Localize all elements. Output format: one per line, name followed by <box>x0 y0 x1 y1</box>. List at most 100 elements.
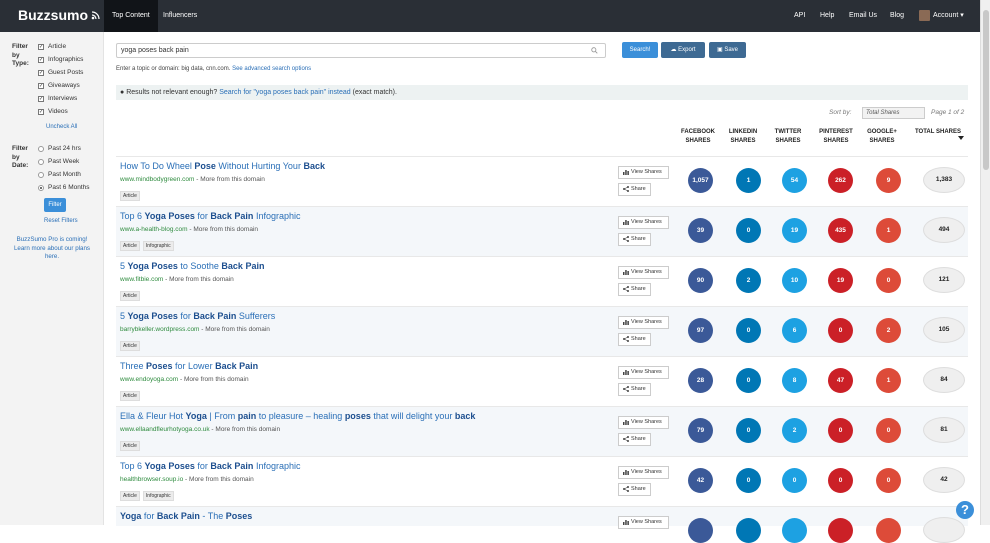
filter-button[interactable]: Filter <box>44 198 66 212</box>
more-from-domain-link[interactable]: - More from this domain <box>163 276 234 283</box>
view-shares-button[interactable]: View Shares <box>618 466 669 479</box>
reset-filters-link[interactable]: Reset Filters <box>44 218 78 224</box>
col-facebook[interactable]: FACEBOOK SHARES <box>676 128 720 146</box>
view-shares-button[interactable]: View Shares <box>618 216 669 229</box>
twitter-share-count[interactable]: 54 <box>782 168 807 193</box>
exact-match-link[interactable]: Search for "yoga poses back pain" instea… <box>219 89 350 96</box>
twitter-share-count[interactable]: 6 <box>782 318 807 343</box>
domain-link[interactable]: www.a-health-blog.com <box>120 226 188 233</box>
checkbox-interviews[interactable]: ✓ <box>38 95 44 102</box>
scrollbar-thumb[interactable] <box>983 10 989 170</box>
share-button[interactable]: Share <box>618 333 651 346</box>
date-option-month[interactable]: Past Month <box>38 171 81 178</box>
search-input[interactable]: yoga poses back pain <box>116 43 606 58</box>
date-option-24h[interactable]: Past 24 hrs <box>38 145 81 152</box>
pro-promo-link[interactable]: BuzzSumo Pro is coming! Learn more about… <box>8 236 96 262</box>
domain-link[interactable]: healthbrowser.soup.io <box>120 476 183 483</box>
help-icon[interactable]: ? <box>956 501 974 519</box>
domain-link[interactable]: barrybkeller.wordpress.com <box>120 326 199 333</box>
view-shares-button[interactable]: View Shares <box>618 316 669 329</box>
facebook-share-count[interactable]: 90 <box>688 268 713 293</box>
nav-blog[interactable]: Blog <box>890 0 904 32</box>
nav-email-us[interactable]: Email Us <box>849 0 877 32</box>
col-pinterest[interactable]: PINTEREST SHARES <box>816 128 856 146</box>
result-title-link[interactable]: Three Poses for Lower Back Pain <box>120 361 258 371</box>
facebook-share-count[interactable]: 1,057 <box>688 168 713 193</box>
sort-select[interactable]: Total Shares <box>862 107 925 119</box>
twitter-share-count[interactable]: 8 <box>782 368 807 393</box>
facebook-share-count[interactable]: 42 <box>688 468 713 493</box>
advanced-search-link[interactable]: See advanced search options <box>232 66 311 72</box>
filter-option-article[interactable]: ✓ Article <box>38 43 66 50</box>
checkbox-guest-posts[interactable]: ✓ <box>38 69 44 76</box>
result-title-link[interactable]: Top 6 Yoga Poses for Back Pain Infograph… <box>120 461 300 471</box>
result-title-link[interactable]: How To Do Wheel Pose Without Hurting You… <box>120 161 325 171</box>
view-shares-button[interactable]: View Shares <box>618 416 669 429</box>
twitter-share-count[interactable]: 2 <box>782 418 807 443</box>
uncheck-all-link[interactable]: Uncheck All <box>46 124 77 130</box>
nav-help[interactable]: Help <box>820 0 834 32</box>
more-from-domain-link[interactable]: - More from this domain <box>199 326 270 333</box>
google-share-count[interactable]: 1 <box>876 218 901 243</box>
google-share-count[interactable]: 0 <box>876 268 901 293</box>
twitter-share-count[interactable] <box>782 518 807 543</box>
pinterest-share-count[interactable]: 435 <box>828 218 853 243</box>
account-menu[interactable]: Account ▾ <box>919 0 964 32</box>
google-share-count[interactable]: 9 <box>876 168 901 193</box>
tab-influencers[interactable]: Influencers <box>155 0 205 32</box>
filter-option-interviews[interactable]: ✓ Interviews <box>38 95 77 102</box>
radio-month[interactable] <box>38 171 44 178</box>
export-button[interactable]: ☁ Export <box>661 42 705 58</box>
facebook-share-count[interactable]: 39 <box>688 218 713 243</box>
linkedin-share-count[interactable]: 0 <box>736 368 761 393</box>
domain-link[interactable]: www.endoyoga.com <box>120 376 178 383</box>
domain-link[interactable]: www.ellaandfleurhotyoga.co.uk <box>120 426 210 433</box>
pinterest-share-count[interactable]: 0 <box>828 418 853 443</box>
radio-24h[interactable] <box>38 145 44 152</box>
more-from-domain-link[interactable]: - More from this domain <box>194 176 265 183</box>
more-from-domain-link[interactable]: - More from this domain <box>188 226 258 233</box>
share-button[interactable]: Share <box>618 483 651 496</box>
google-share-count[interactable]: 0 <box>876 468 901 493</box>
view-shares-button[interactable]: View Shares <box>618 366 669 379</box>
filter-option-videos[interactable]: ✓ Videos <box>38 108 68 115</box>
checkbox-infographics[interactable]: ✓ <box>38 56 44 63</box>
radio-week[interactable] <box>38 158 44 165</box>
tab-top-content[interactable]: Top Content <box>104 0 158 32</box>
pinterest-share-count[interactable]: 262 <box>828 168 853 193</box>
linkedin-share-count[interactable]: 2 <box>736 268 761 293</box>
pinterest-share-count[interactable]: 19 <box>828 268 853 293</box>
share-button[interactable]: Share <box>618 233 651 246</box>
buzzsumo-logo[interactable]: Buzzsumo <box>18 7 101 23</box>
search-icon[interactable] <box>591 47 598 54</box>
view-shares-button[interactable]: View Shares <box>618 516 669 529</box>
facebook-share-count[interactable] <box>688 518 713 543</box>
share-button[interactable]: Share <box>618 383 651 396</box>
linkedin-share-count[interactable]: 0 <box>736 418 761 443</box>
linkedin-share-count[interactable]: 0 <box>736 468 761 493</box>
date-option-week[interactable]: Past Week <box>38 158 79 165</box>
facebook-share-count[interactable]: 28 <box>688 368 713 393</box>
facebook-share-count[interactable]: 79 <box>688 418 713 443</box>
pinterest-share-count[interactable] <box>828 518 853 543</box>
share-button[interactable]: Share <box>618 433 651 446</box>
checkbox-article[interactable]: ✓ <box>38 43 44 50</box>
result-title-link[interactable]: Top 6 Yoga Poses for Back Pain Infograph… <box>120 211 300 221</box>
date-option-6months[interactable]: Past 6 Months <box>38 184 90 191</box>
domain-link[interactable]: www.mindbodygreen.com <box>120 176 194 183</box>
result-title-link[interactable]: Yoga for Back Pain - The Poses <box>120 511 252 521</box>
sort-desc-icon[interactable] <box>958 136 964 140</box>
filter-option-infographics[interactable]: ✓ Infographics <box>38 56 83 63</box>
view-shares-button[interactable]: View Shares <box>618 266 669 279</box>
col-linkedin[interactable]: LINKEDIN SHARES <box>724 128 762 146</box>
domain-link[interactable]: www.fitbie.com <box>120 276 163 283</box>
share-button[interactable]: Share <box>618 183 651 196</box>
nav-api[interactable]: API <box>794 0 805 32</box>
checkbox-giveaways[interactable]: ✓ <box>38 82 44 89</box>
twitter-share-count[interactable]: 0 <box>782 468 807 493</box>
pinterest-share-count[interactable]: 47 <box>828 368 853 393</box>
google-share-count[interactable] <box>876 518 901 543</box>
more-from-domain-link[interactable]: - More from this domain <box>183 476 254 483</box>
linkedin-share-count[interactable]: 0 <box>736 218 761 243</box>
col-twitter[interactable]: TWITTER SHARES <box>770 128 806 146</box>
